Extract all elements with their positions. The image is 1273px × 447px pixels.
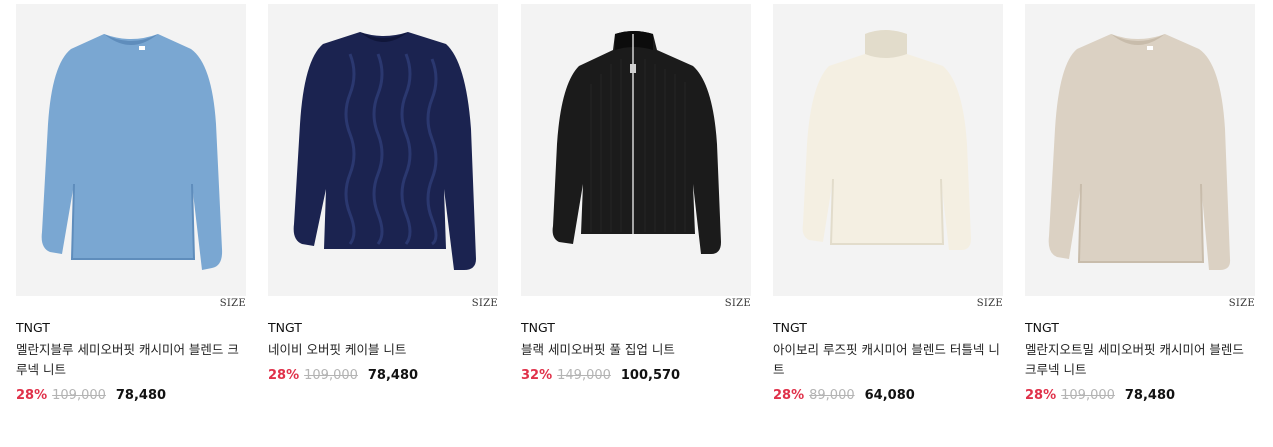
discount-rate: 32% — [521, 368, 553, 383]
product-card[interactable]: SIZE TNGT 블랙 세미오버핏 풀 집업 니트 32% 149,000 1… — [521, 4, 751, 385]
price-row: 32% 149,000 100,570 — [521, 367, 751, 385]
discount-rate: 28% — [268, 368, 300, 383]
product-image[interactable] — [16, 4, 246, 296]
product-card[interactable]: SIZE TNGT 멜란지오트밀 세미오버핏 캐시미어 블렌드 크루넥 니트 2… — [1025, 4, 1255, 405]
product-brand[interactable]: TNGT — [268, 320, 498, 336]
product-card[interactable]: SIZE TNGT 네이비 오버핏 케이블 니트 28% 109,000 78,… — [268, 4, 498, 385]
product-image[interactable] — [268, 4, 498, 296]
product-image[interactable] — [773, 4, 1003, 296]
blue-crewneck-sweater-icon — [41, 34, 223, 270]
product-grid: SIZE TNGT 멜란지블루 세미오버핏 캐시미어 블렌드 크루넥 니트 28… — [0, 0, 1273, 447]
black-zip-up-knit-icon — [552, 31, 721, 254]
size-label[interactable]: SIZE — [220, 298, 246, 309]
product-name[interactable]: 아이보리 루즈핏 캐시미어 블렌드 터틀넥 니트 — [773, 340, 1003, 380]
oatmeal-crewneck-sweater-icon — [1048, 34, 1231, 270]
ivory-turtleneck-sweater-icon — [802, 30, 971, 250]
size-label[interactable]: SIZE — [472, 298, 498, 309]
product-name[interactable]: 멜란지블루 세미오버핏 캐시미어 블렌드 크루넥 니트 — [16, 340, 246, 380]
product-name[interactable]: 네이비 오버핏 케이블 니트 — [268, 340, 498, 360]
sale-price: 100,570 — [620, 368, 681, 383]
original-price: 109,000 — [304, 368, 358, 383]
sale-price: 64,080 — [864, 388, 915, 403]
sale-price: 78,480 — [367, 368, 419, 383]
discount-rate: 28% — [16, 388, 48, 403]
product-brand[interactable]: TNGT — [521, 320, 751, 336]
sale-price: 78,480 — [115, 388, 167, 403]
discount-rate: 28% — [1025, 388, 1057, 403]
size-label[interactable]: SIZE — [725, 298, 751, 309]
original-price: 109,000 — [1061, 388, 1115, 403]
product-image[interactable] — [1025, 4, 1255, 296]
original-price: 89,000 — [809, 388, 855, 403]
price-row: 28% 109,000 78,480 — [268, 367, 498, 385]
product-name[interactable]: 블랙 세미오버핏 풀 집업 니트 — [521, 340, 751, 360]
original-price: 109,000 — [52, 388, 106, 403]
price-row: 28% 109,000 78,480 — [16, 387, 246, 405]
sale-price: 78,480 — [1124, 388, 1176, 403]
product-image[interactable] — [521, 4, 751, 296]
size-label[interactable]: SIZE — [977, 298, 1003, 309]
price-row: 28% 109,000 78,480 — [1025, 387, 1255, 405]
size-label[interactable]: SIZE — [1229, 298, 1255, 309]
product-brand[interactable]: TNGT — [1025, 320, 1255, 336]
discount-rate: 28% — [773, 388, 805, 403]
product-card[interactable]: SIZE TNGT 멜란지블루 세미오버핏 캐시미어 블렌드 크루넥 니트 28… — [16, 4, 246, 405]
product-brand[interactable]: TNGT — [773, 320, 1003, 336]
navy-cable-knit-sweater-icon — [293, 32, 476, 270]
product-brand[interactable]: TNGT — [16, 320, 246, 336]
price-row: 28% 89,000 64,080 — [773, 387, 1003, 405]
product-name[interactable]: 멜란지오트밀 세미오버핏 캐시미어 블렌드 크루넥 니트 — [1025, 340, 1255, 380]
original-price: 149,000 — [557, 368, 611, 383]
product-card[interactable]: SIZE TNGT 아이보리 루즈핏 캐시미어 블렌드 터틀넥 니트 28% 8… — [773, 4, 1003, 405]
